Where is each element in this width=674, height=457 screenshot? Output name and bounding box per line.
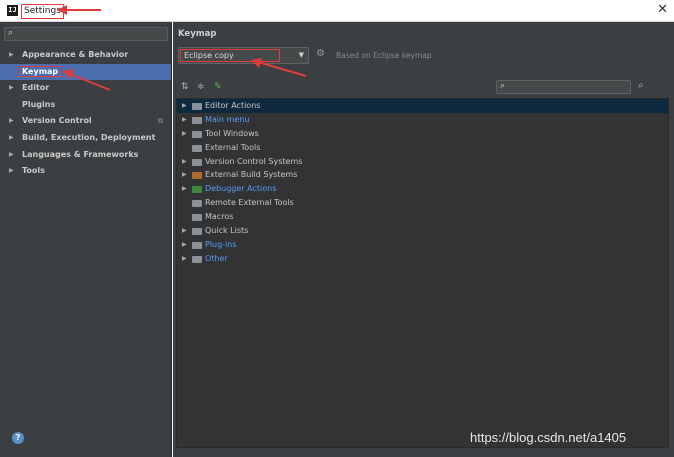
find-by-shortcut-icon[interactable]: ⌕ [638, 80, 644, 91]
folder-icon [192, 158, 202, 166]
folder-icon [192, 200, 202, 208]
sidebar-item-languages-frameworks[interactable]: ▶ Languages & Frameworks [0, 147, 171, 164]
help-button[interactable]: ? [12, 432, 24, 444]
page-title: Keymap [178, 29, 217, 39]
list-item[interactable]: Remote External Tools [177, 196, 668, 210]
build-folder-icon [192, 172, 202, 180]
folder-icon [192, 255, 202, 263]
expand-arrow-icon[interactable]: ▶ [182, 238, 187, 252]
edit-shortcut-icon[interactable]: ✎ [214, 82, 222, 92]
project-settings-icon: ⧉ [158, 117, 163, 126]
expand-arrow-icon[interactable]: ▶ [9, 130, 14, 147]
expand-arrow-icon[interactable]: ▶ [9, 163, 14, 180]
search-icon: ⌕ [8, 28, 14, 38]
expand-arrow-icon[interactable]: ▶ [182, 224, 187, 238]
expand-arrow-icon[interactable]: ▶ [182, 182, 187, 196]
annotation-arrow-title [57, 5, 101, 15]
based-on-label: Based on Eclipse keymap [336, 51, 432, 60]
list-item[interactable]: External Tools [177, 141, 668, 155]
settings-search-input[interactable]: ⌕ [4, 27, 168, 41]
expand-all-icon[interactable]: ⇅ [181, 82, 189, 92]
folder-icon [192, 130, 202, 138]
search-icon: ⌕ [500, 81, 506, 91]
list-item[interactable]: Macros [177, 210, 668, 224]
expand-arrow-icon[interactable]: ▶ [9, 47, 14, 64]
debugger-folder-icon [192, 186, 202, 194]
expand-arrow-icon[interactable]: ▶ [182, 127, 187, 141]
close-icon[interactable]: ✕ [657, 2, 668, 17]
annotation-arrow-keymap [63, 69, 111, 91]
expand-arrow-icon[interactable]: ▶ [182, 99, 187, 113]
list-item[interactable]: ▶ Main menu [177, 113, 668, 127]
folder-icon [192, 116, 202, 124]
sidebar-item-tools[interactable]: ▶ Tools [0, 163, 171, 180]
expand-arrow-icon[interactable]: ▶ [182, 155, 187, 169]
folder-icon [192, 241, 202, 249]
expand-arrow-icon[interactable]: ▶ [9, 147, 14, 164]
annotation-arrow-dropdown [251, 58, 307, 77]
expand-arrow-icon[interactable]: ▶ [182, 252, 187, 266]
watermark-text: https://blog.csdn.net/a1405 [470, 430, 627, 445]
list-item[interactable]: ▶ Version Control Systems [177, 155, 668, 169]
keymap-dropdown-value: Eclipse copy [184, 51, 234, 60]
sidebar-item-plugins[interactable]: Plugins [0, 97, 171, 114]
folder-icon [192, 144, 202, 152]
sidebar-item-version-control[interactable]: ▶ Version Control ⧉ [0, 113, 171, 130]
list-item[interactable]: ▶ External Build Systems [177, 168, 668, 182]
list-item[interactable]: ▶ Editor Actions [177, 99, 668, 113]
list-item[interactable]: ▶ Debugger Actions [177, 182, 668, 196]
collapse-all-icon[interactable]: ≑ [197, 82, 205, 92]
expand-arrow-icon[interactable]: ▶ [9, 113, 14, 130]
intellij-logo-icon: IJ [7, 5, 18, 16]
sidebar-item-appearance-behavior[interactable]: ▶ Appearance & Behavior [0, 47, 171, 64]
folder-icon [192, 228, 202, 236]
expand-arrow-icon[interactable]: ▶ [182, 113, 187, 127]
list-item[interactable]: ▶ Other [177, 252, 668, 266]
gear-icon[interactable]: ⚙ [316, 48, 325, 59]
list-item[interactable]: ▶ Quick Lists [177, 224, 668, 238]
actions-tree: ▶ Editor Actions ▶ Main menu ▶ Tool Wind… [176, 98, 669, 448]
expand-arrow-icon[interactable]: ▶ [9, 80, 14, 97]
actions-search-input[interactable]: ⌕ [496, 80, 631, 94]
list-item[interactable]: ▶ Plug-ins [177, 238, 668, 252]
folder-icon [192, 214, 202, 222]
expand-arrow-icon[interactable]: ▶ [182, 168, 187, 182]
list-item[interactable]: ▶ Tool Windows [177, 127, 668, 141]
folder-icon [192, 103, 202, 110]
keymap-panel: Keymap Eclipse copy ▼ ⚙ Based on Eclipse… [173, 22, 674, 457]
sidebar-item-build-execution-deployment[interactable]: ▶ Build, Execution, Deployment [0, 130, 171, 147]
